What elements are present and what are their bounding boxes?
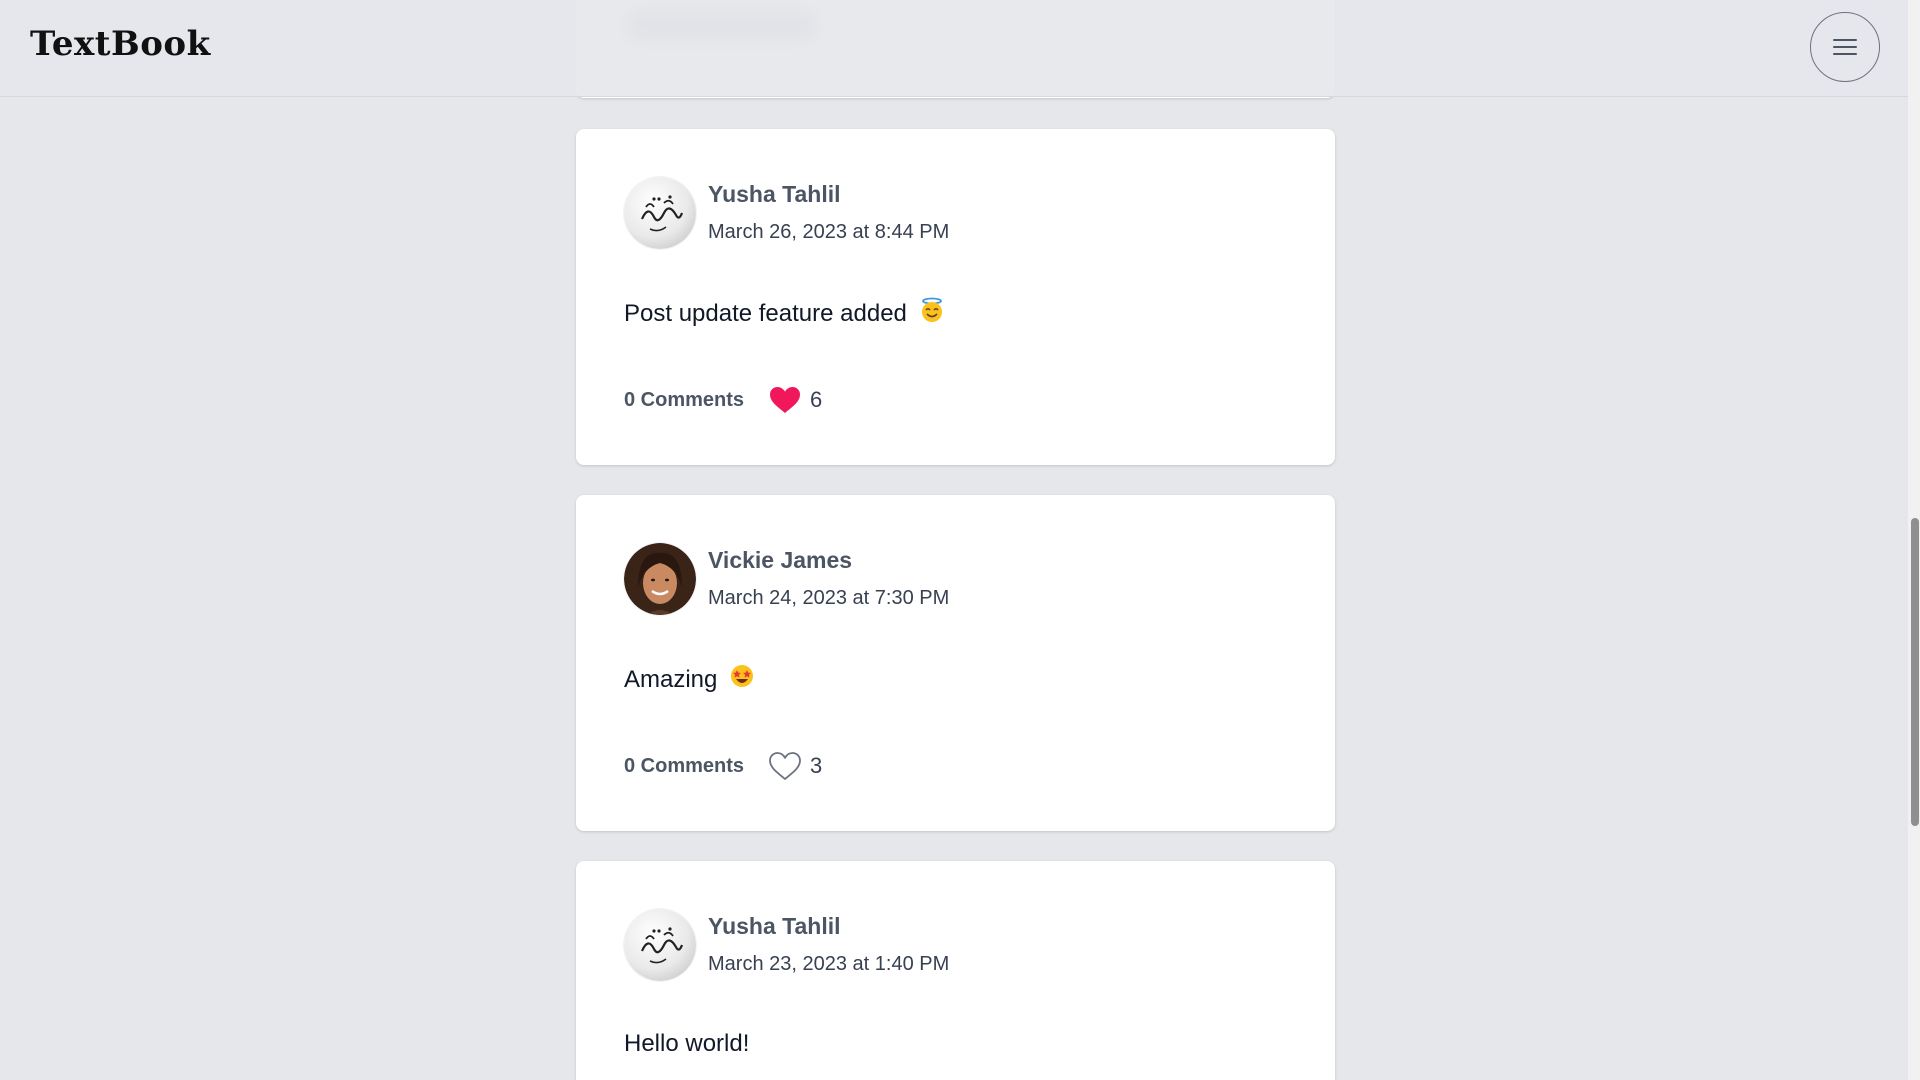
heart-outline-icon	[769, 752, 801, 781]
post-date: March 24, 2023 at 7:30 PM	[708, 587, 950, 609]
feed-page: Yusha Tahlil March 26, 2023 at 8:44 PM P…	[0, 0, 1920, 1080]
like-count: 6	[810, 387, 823, 412]
post-card: Yusha Tahlil March 26, 2023 at 8:44 PM P…	[576, 129, 1335, 465]
post-card: Yusha Tahlil March 23, 2023 at 1:40 PM H…	[576, 861, 1335, 1080]
post-card: Vickie James March 24, 2023 at 7:30 PM A…	[576, 495, 1335, 831]
star-struck-emoji	[729, 663, 755, 697]
post-author[interactable]: Yusha Tahlil	[708, 179, 949, 209]
hamburger-menu-icon	[1833, 39, 1857, 55]
app-logo[interactable]: TextBook	[30, 24, 211, 64]
post-text: Post update feature added	[624, 300, 907, 327]
scrollbar-thumb[interactable]	[1911, 518, 1919, 826]
menu-button[interactable]	[1810, 12, 1880, 82]
post-author[interactable]: Vickie James	[708, 545, 949, 575]
like-button[interactable]: 6	[768, 385, 822, 415]
post-header: Yusha Tahlil March 26, 2023 at 8:44 PM	[624, 177, 1287, 249]
post-content: Hello world!	[624, 1029, 1287, 1059]
post-content: Amazing	[624, 663, 1287, 697]
post-header: Yusha Tahlil March 23, 2023 at 1:40 PM	[624, 909, 1287, 981]
post-content: Post update feature added	[624, 297, 1287, 331]
post-date: March 26, 2023 at 8:44 PM	[708, 221, 950, 243]
avatar[interactable]	[624, 909, 696, 981]
post-date: March 23, 2023 at 1:40 PM	[708, 953, 950, 975]
comments-link[interactable]: 0 Comments	[624, 389, 744, 412]
post-header: Vickie James March 24, 2023 at 7:30 PM	[624, 543, 1287, 615]
post-author[interactable]: Yusha Tahlil	[708, 911, 949, 941]
smiling-face-with-halo-emoji	[919, 297, 945, 331]
comments-link[interactable]: 0 Comments	[624, 755, 744, 778]
like-button[interactable]: 3	[768, 751, 822, 781]
heart-filled-icon	[770, 387, 801, 413]
post-text: Amazing	[624, 666, 718, 693]
post-actions: 0 Comments 3	[624, 749, 1287, 783]
avatar[interactable]	[624, 177, 696, 249]
like-count: 3	[810, 753, 823, 778]
avatar[interactable]	[624, 543, 696, 615]
top-navbar: TextBook	[0, 0, 1920, 97]
post-text: Hello world!	[624, 1030, 750, 1057]
post-actions: 0 Comments 6	[624, 383, 1287, 417]
